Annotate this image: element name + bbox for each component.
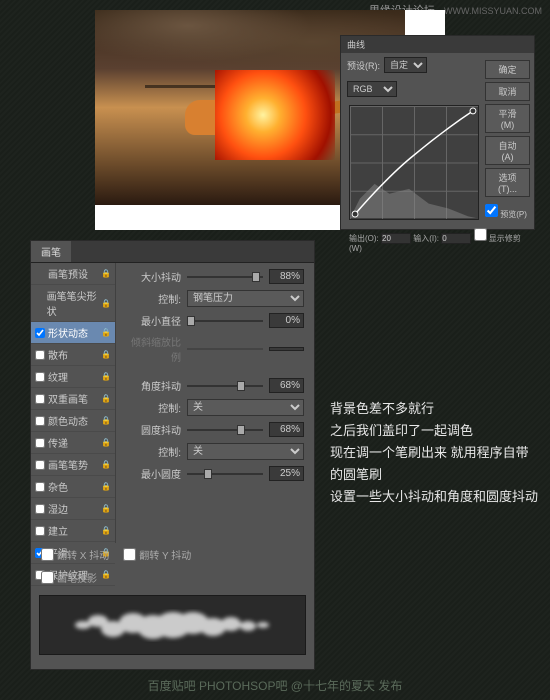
lock-icon: 🔒 xyxy=(101,438,111,447)
show-clip-check[interactable] xyxy=(474,228,487,241)
cancel-button[interactable]: 取消 xyxy=(485,82,530,101)
sidebar-item-5[interactable]: 双重画笔🔒 xyxy=(31,388,115,410)
lock-icon: 🔒 xyxy=(101,350,111,359)
sidebar-item-3[interactable]: 散布🔒 xyxy=(31,344,115,366)
brush-main: 大小抖动88% 控制:钢笔压力 最小直径0% 倾斜缩放比例 角度抖动68% 控制… xyxy=(116,263,314,543)
curves-title: 曲线 xyxy=(341,36,534,53)
watermark-url: WWW.MISSYUAN.COM xyxy=(444,6,542,16)
smooth-button[interactable]: 平滑(M) xyxy=(485,104,530,133)
brush-sidebar: 画笔预设🔒画笔笔尖形状🔒形状动态🔒散布🔒纹理🔒双重画笔🔒颜色动态🔒传递🔒画笔笔势… xyxy=(31,263,116,543)
lock-icon: 🔒 xyxy=(101,269,111,278)
preview-check[interactable] xyxy=(485,204,498,217)
footer-text: 百度贴吧 PHOTOHSOP吧 @十七年的夏天 发布 xyxy=(0,677,550,694)
brush-proj-check[interactable]: 画笔投影 xyxy=(41,570,97,585)
sidebar-item-11[interactable]: 建立🔒 xyxy=(31,520,115,542)
control3-select[interactable]: 关 xyxy=(187,443,304,460)
sidebar-item-6[interactable]: 颜色动态🔒 xyxy=(31,410,115,432)
channel-select[interactable]: RGB xyxy=(347,81,397,97)
lock-icon: 🔒 xyxy=(101,570,111,579)
instructions-text: 背景色差不多就行 之后我们盖印了一起调色 现在调一个笔刷出来 就用程序自带的圆笔… xyxy=(330,398,540,508)
output-field[interactable] xyxy=(381,233,411,244)
preset-select[interactable]: 自定 xyxy=(384,57,427,73)
min-diameter-slider[interactable] xyxy=(187,314,263,328)
angle-jitter-slider[interactable] xyxy=(187,379,263,393)
sidebar-item-4[interactable]: 纹理🔒 xyxy=(31,366,115,388)
sidebar-item-1[interactable]: 画笔笔尖形状🔒 xyxy=(31,285,115,322)
sidebar-item-7[interactable]: 传递🔒 xyxy=(31,432,115,454)
options-button[interactable]: 选项(T)... xyxy=(485,168,530,197)
lock-icon: 🔒 xyxy=(101,504,111,513)
lock-icon: 🔒 xyxy=(101,526,111,535)
control1-select[interactable]: 钢笔压力 xyxy=(187,290,304,307)
output-label: 输出(O): xyxy=(349,234,379,243)
sidebar-item-2[interactable]: 形状动态🔒 xyxy=(31,322,115,344)
curves-graph[interactable] xyxy=(349,105,479,220)
lock-icon: 🔒 xyxy=(101,416,111,425)
flip-y-check[interactable]: 翻转 Y 抖动 xyxy=(123,547,191,562)
lock-icon: 🔒 xyxy=(101,299,111,308)
brush-preview xyxy=(39,595,306,655)
ok-button[interactable]: 确定 xyxy=(485,60,530,79)
round-jitter-slider[interactable] xyxy=(187,423,263,437)
flip-x-check[interactable]: 翻转 X 抖动 xyxy=(41,547,109,562)
tab-brush[interactable]: 画笔 xyxy=(31,241,71,262)
sidebar-item-8[interactable]: 画笔笔势🔒 xyxy=(31,454,115,476)
input-label: 输入(I): xyxy=(413,234,439,243)
curves-dialog[interactable]: 曲线 预设(R): 自定 RGB 确定 取消 平滑(M) 自动(A) 选项(T)… xyxy=(340,35,535,230)
preset-label: 预设(R): xyxy=(347,59,380,72)
auto-button[interactable]: 自动(A) xyxy=(485,136,530,165)
input-field[interactable] xyxy=(441,233,471,244)
min-round-slider[interactable] xyxy=(187,467,263,481)
control2-select[interactable]: 关 xyxy=(187,399,304,416)
size-jitter-slider[interactable] xyxy=(187,270,263,284)
lock-icon: 🔒 xyxy=(101,372,111,381)
lock-icon: 🔒 xyxy=(101,460,111,469)
sidebar-item-10[interactable]: 湿边🔒 xyxy=(31,498,115,520)
lock-icon: 🔒 xyxy=(101,328,111,337)
lock-icon: 🔒 xyxy=(101,482,111,491)
brush-settings-panel[interactable]: 画笔 画笔预设🔒画笔笔尖形状🔒形状动态🔒散布🔒纹理🔒双重画笔🔒颜色动态🔒传递🔒画… xyxy=(30,240,315,670)
sidebar-item-0[interactable]: 画笔预设🔒 xyxy=(31,263,115,285)
lock-icon: 🔒 xyxy=(101,394,111,403)
sidebar-item-9[interactable]: 杂色🔒 xyxy=(31,476,115,498)
